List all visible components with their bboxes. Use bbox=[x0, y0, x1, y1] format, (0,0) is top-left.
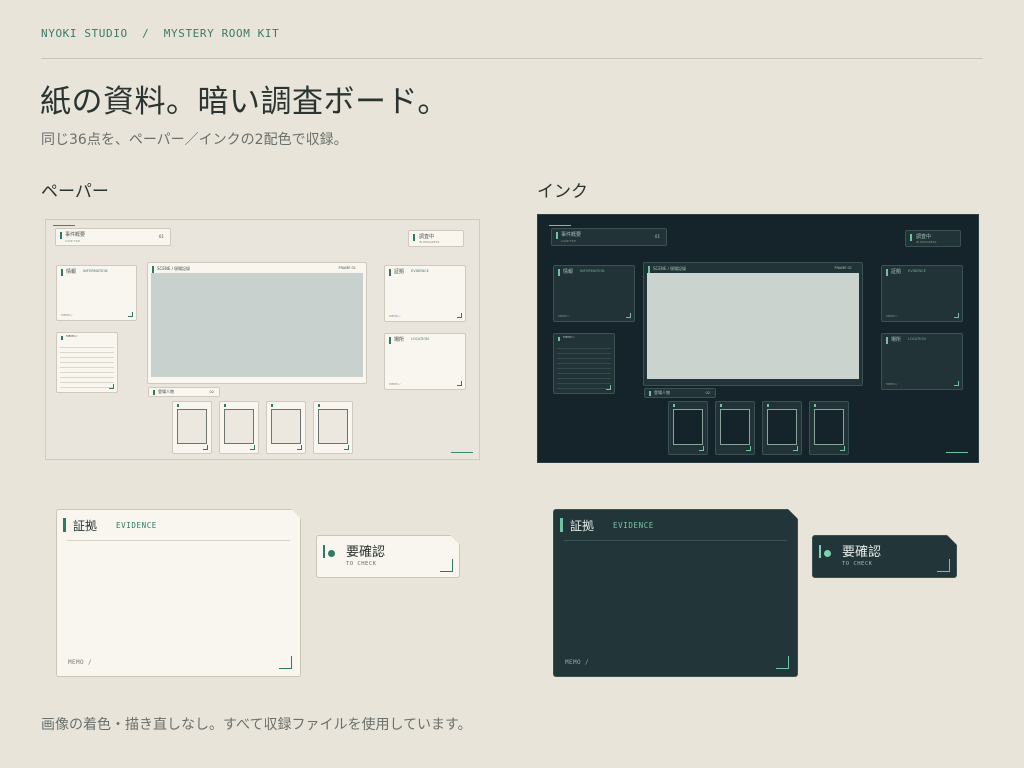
info-card: 情報 INFORMATION MEMO / bbox=[56, 265, 137, 321]
investigating-tab: 調査中 IN PROGRESS bbox=[905, 230, 961, 247]
corner-mark bbox=[440, 559, 453, 572]
memo-label: MEMO / bbox=[68, 659, 93, 666]
case-summary-tab: 事件概要 CASE FILE 01 bbox=[55, 228, 171, 246]
evidence-mini-card: 証拠 EVIDENCE MEMO / bbox=[384, 265, 466, 322]
evidence-tag: EVIDENCE bbox=[613, 521, 654, 530]
paper-to-check-card: 要確認 TO CHECK bbox=[316, 535, 460, 578]
check-tag: TO CHECK bbox=[346, 561, 377, 567]
page-subtitle: 同じ36点を、ペーパー／インクの2配色で収録。 bbox=[41, 132, 348, 148]
ink-evidence-card: 証拠 EVIDENCE MEMO / bbox=[553, 509, 798, 677]
location-card: 場所 LOCATION MEMO / bbox=[881, 333, 963, 390]
check-dot-icon bbox=[328, 550, 335, 557]
ink-board-preview: 事件概要 CASE FILE 01 調査中 IN PROGRESS 情報 INFO… bbox=[537, 214, 979, 463]
corner-mark bbox=[776, 656, 789, 669]
investigating-tab: 調査中 IN PROGRESS bbox=[408, 230, 464, 247]
polaroid-card bbox=[313, 401, 353, 454]
brand-breadcrumb: NYOKI STUDIO / MYSTERY ROOM KIT bbox=[41, 27, 280, 40]
check-title: 要確認 bbox=[346, 545, 386, 560]
lined-memo-card: MEMO / bbox=[553, 333, 615, 394]
polaroid-card bbox=[266, 401, 306, 454]
polaroid-card bbox=[809, 401, 849, 455]
check-bar bbox=[323, 545, 325, 558]
location-card: 場所 LOCATION MEMO / bbox=[384, 333, 466, 390]
paper-column-label: ペーパー bbox=[41, 182, 109, 202]
polaroid-card bbox=[668, 401, 708, 455]
header-divider bbox=[41, 58, 983, 59]
accent-line bbox=[451, 452, 473, 453]
paper-evidence-card: 証拠 EVIDENCE MEMO / bbox=[56, 509, 301, 677]
evidence-title: 証拠 bbox=[570, 519, 595, 533]
page-title: 紙の資料。暗い調査ボード。 bbox=[40, 84, 449, 120]
evidence-title: 証拠 bbox=[73, 519, 98, 533]
accent-line bbox=[53, 225, 75, 226]
card-tag-bar bbox=[560, 518, 563, 532]
info-card: 情報 INFORMATION MEMO / bbox=[553, 265, 635, 322]
people-tab: 登場人物 02 bbox=[148, 387, 220, 397]
card-divider bbox=[67, 540, 290, 541]
card-divider bbox=[564, 540, 787, 541]
case-summary-tab: 事件概要 CASE FILE 01 bbox=[551, 228, 667, 246]
corner-mark bbox=[279, 656, 292, 669]
check-tag: TO CHECK bbox=[842, 561, 873, 567]
polaroid-card bbox=[715, 401, 755, 455]
lined-memo-card: MEMO / bbox=[56, 332, 118, 393]
scene-monitor-frame: SCENE / 現場記録 FRAME 01 bbox=[147, 262, 367, 384]
footer-note: 画像の着色・描き直しなし。すべて収録ファイルを使用しています。 bbox=[41, 717, 472, 733]
check-title: 要確認 bbox=[842, 545, 882, 560]
monitor-screen bbox=[647, 273, 859, 379]
scene-monitor-frame: SCENE / 現場記録 FRAME 01 bbox=[643, 262, 863, 386]
card-tag-bar bbox=[63, 518, 66, 532]
polaroid-card bbox=[172, 401, 212, 454]
memo-label: MEMO / bbox=[565, 659, 590, 666]
polaroid-card bbox=[219, 401, 259, 454]
evidence-mini-card: 証拠 EVIDENCE MEMO / bbox=[881, 265, 963, 322]
check-bar bbox=[819, 545, 821, 558]
polaroid-card bbox=[762, 401, 802, 455]
paper-board-preview: 事件概要 CASE FILE 01 調査中 IN PROGRESS 情報 INFO… bbox=[45, 219, 480, 460]
check-dot-icon bbox=[824, 550, 831, 557]
corner-mark bbox=[937, 559, 950, 572]
evidence-tag: EVIDENCE bbox=[116, 521, 157, 530]
accent-line bbox=[549, 225, 571, 226]
monitor-screen bbox=[151, 273, 363, 377]
accent-line bbox=[946, 452, 968, 453]
people-tab: 登場人物 02 bbox=[644, 388, 716, 398]
ink-column-label: インク bbox=[537, 182, 588, 202]
ink-to-check-card: 要確認 TO CHECK bbox=[812, 535, 957, 578]
